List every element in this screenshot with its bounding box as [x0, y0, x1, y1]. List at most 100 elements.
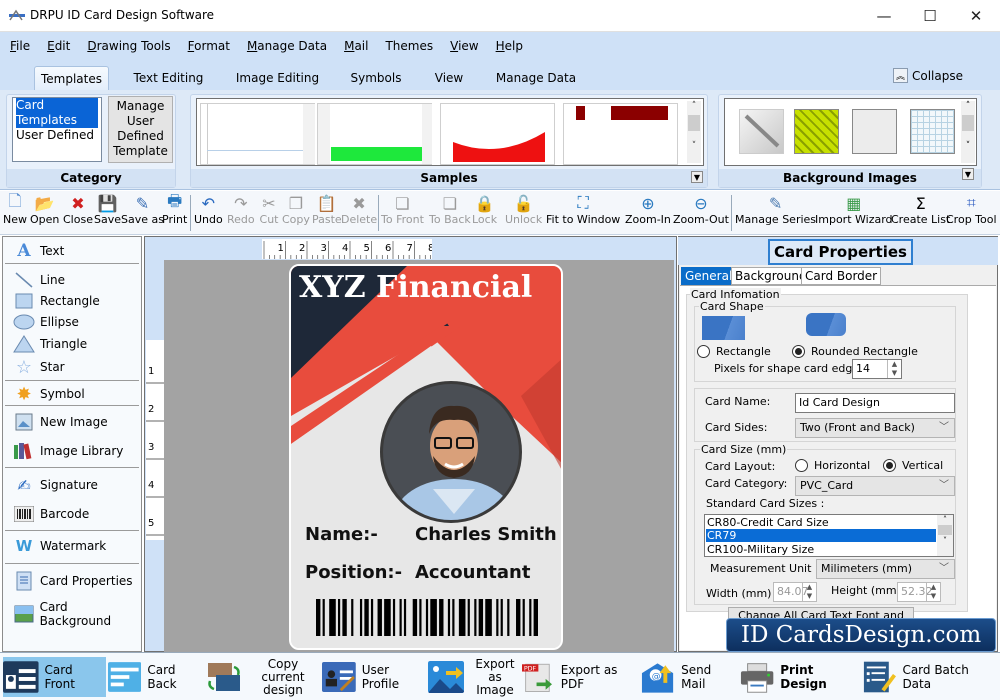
collapse-ribbon-button[interactable]: ︽ Collapse [893, 68, 963, 83]
samples-expand-icon[interactable]: ▼ [691, 171, 703, 183]
delete-button[interactable]: ✖ Delete [341, 193, 377, 227]
paste-button[interactable]: 📋 Paste [312, 193, 342, 227]
menu-themes[interactable]: Themes [385, 39, 433, 53]
new-button[interactable]: 🗋 New [3, 191, 27, 227]
size-option-cr100[interactable]: CR100-Military Size [707, 543, 814, 556]
export-as-pdf-button[interactable]: PDF Export as PDF [522, 657, 637, 697]
tab-symbols[interactable]: Symbols [345, 66, 407, 90]
width-input[interactable]: 84.07 ▲ ▼ [773, 582, 817, 602]
background-image-4[interactable] [910, 109, 955, 154]
background-scrollbar[interactable]: ˄ ˅ [961, 101, 975, 163]
rounded-rectangle-radio[interactable] [792, 345, 805, 358]
fit-to-window-button[interactable]: ⛶ Fit to Window [546, 193, 620, 226]
tool-image-library[interactable]: Image Library [13, 441, 123, 461]
width-spinner[interactable]: ▲ ▼ [802, 583, 816, 601]
menu-edit[interactable]: Edit [47, 39, 70, 53]
tool-barcode[interactable]: Barcode [13, 504, 89, 524]
sizes-scrollbar[interactable]: ˄ ˅ [937, 515, 953, 556]
manage-series-button[interactable]: ✎ Manage Series [735, 193, 816, 227]
card-front-button[interactable]: Card Front [3, 657, 106, 697]
tab-templates[interactable]: Templates [34, 66, 109, 90]
crop-tool-button[interactable]: ⌗ Crop Tool [946, 193, 997, 226]
card-photo[interactable] [380, 381, 522, 523]
height-input[interactable]: 52.32 ▲ ▼ [897, 582, 941, 602]
scroll-down-icon[interactable]: ˅ [937, 536, 953, 545]
lock-button[interactable]: 🔒 Lock [472, 193, 497, 227]
menu-drawing-tools[interactable]: Drawing Tools [87, 39, 170, 53]
close-file-button[interactable]: ✖ Close [63, 193, 93, 227]
background-image-1[interactable] [739, 109, 784, 154]
size-option-cr80[interactable]: CR80-Credit Card Size [707, 516, 829, 529]
card-name-value[interactable]: Charles Smith [415, 524, 557, 545]
tool-line[interactable]: Line [13, 270, 65, 290]
minimize-button[interactable]: — [861, 0, 907, 32]
scroll-up-icon[interactable]: ˄ [937, 515, 953, 524]
vertical-radio[interactable] [883, 459, 896, 472]
copy-current-design-button[interactable]: Copy current design [206, 657, 321, 697]
zoom-out-button[interactable]: ⊖ Zoom-Out [673, 193, 729, 227]
scroll-up-icon[interactable]: ˄ [687, 101, 701, 111]
id-card-front[interactable]: XYZ Financial Name:- Charles Smith Posit… [289, 264, 563, 650]
sample-template-3[interactable] [440, 103, 555, 165]
tab-manage-data[interactable]: Manage Data [493, 66, 579, 90]
menu-format[interactable]: Format [188, 39, 230, 53]
standard-sizes-list[interactable]: CR80-Credit Card Size CR79 CR100-Militar… [704, 514, 954, 557]
sample-template-2[interactable] [317, 103, 432, 165]
tool-signature[interactable]: ✍ Signature [13, 475, 98, 495]
tab-general[interactable]: General [681, 267, 737, 285]
copy-button[interactable]: ❐ Copy [282, 193, 310, 227]
rectangle-shape-preview[interactable] [702, 316, 745, 340]
tool-card-properties[interactable]: Card Properties [13, 571, 133, 591]
scroll-down-icon[interactable]: ˅ [961, 141, 975, 151]
tool-text[interactable]: A Text [13, 241, 64, 261]
background-expand-icon[interactable]: ▼ [962, 168, 974, 180]
card-company-name[interactable]: XYZ Financial [299, 270, 532, 305]
card-back-button[interactable]: Card Back [108, 657, 204, 697]
card-sides-select[interactable]: Two (Front and Back) ﹀ [795, 418, 955, 438]
user-profile-button[interactable]: User Profile [322, 657, 426, 697]
tool-watermark[interactable]: W Watermark [13, 536, 106, 556]
samples-scrollbar[interactable]: ˄ ˅ [687, 101, 701, 163]
create-list-button[interactable]: Σ Create List [891, 193, 950, 227]
sample-template-4[interactable] [563, 103, 678, 165]
background-image-2[interactable] [794, 109, 839, 154]
save-as-button[interactable]: ✎ Save as [121, 193, 164, 227]
tool-new-image[interactable]: New Image [13, 412, 108, 432]
tool-ellipse[interactable]: Ellipse [13, 312, 79, 332]
size-option-cr79[interactable]: CR79 [706, 529, 936, 542]
cut-button[interactable]: ✂ Cut [259, 193, 279, 227]
close-button[interactable]: ✕ [953, 0, 999, 32]
background-image-3[interactable] [852, 109, 897, 154]
category-list[interactable]: Card Templates User Defined [12, 97, 102, 162]
tab-view[interactable]: View [428, 66, 470, 90]
print-design-button[interactable]: Print Design [740, 657, 860, 697]
card-batch-data-button[interactable]: Card Batch Data [862, 657, 997, 697]
menu-help[interactable]: Help [496, 39, 523, 53]
tool-rectangle[interactable]: Rectangle [13, 291, 100, 311]
tool-triangle[interactable]: Triangle [13, 334, 87, 354]
to-back-button[interactable]: ❏ To Back [429, 193, 471, 227]
maximize-button[interactable]: ☐ [907, 0, 953, 32]
scroll-down-icon[interactable]: ˅ [687, 141, 701, 151]
unlock-button[interactable]: 🔓 Unlock [505, 193, 542, 227]
print-button[interactable]: 🖶 Print [162, 191, 187, 227]
measurement-unit-select[interactable]: Milimeters (mm) ﹀ [816, 559, 955, 579]
open-button[interactable]: 📂 Open [30, 193, 59, 227]
import-wizard-button[interactable]: ▦ Import Wizard [815, 193, 893, 227]
redo-button[interactable]: ↷ Redo [227, 193, 255, 227]
card-position-label[interactable]: Position:- [305, 562, 402, 583]
to-front-button[interactable]: ❏ To Front [381, 193, 424, 227]
card-name-input[interactable]: Id Card Design [795, 393, 955, 413]
tab-background[interactable]: Background [731, 267, 811, 285]
zoom-in-button[interactable]: ⊕ Zoom-In [625, 193, 671, 227]
card-barcode[interactable] [316, 599, 538, 636]
category-item-user-defined[interactable]: User Defined [13, 128, 101, 143]
sample-template-1[interactable] [200, 103, 315, 165]
card-name-label[interactable]: Name:- [305, 524, 378, 545]
tab-card-border[interactable]: Card Border [801, 267, 882, 285]
rectangle-radio[interactable] [697, 345, 710, 358]
height-spinner[interactable]: ▲ ▼ [926, 583, 940, 601]
scroll-up-icon[interactable]: ˄ [961, 101, 975, 111]
undo-button[interactable]: ↶ Undo [194, 193, 223, 227]
menu-manage-data[interactable]: Manage Data [247, 39, 327, 53]
